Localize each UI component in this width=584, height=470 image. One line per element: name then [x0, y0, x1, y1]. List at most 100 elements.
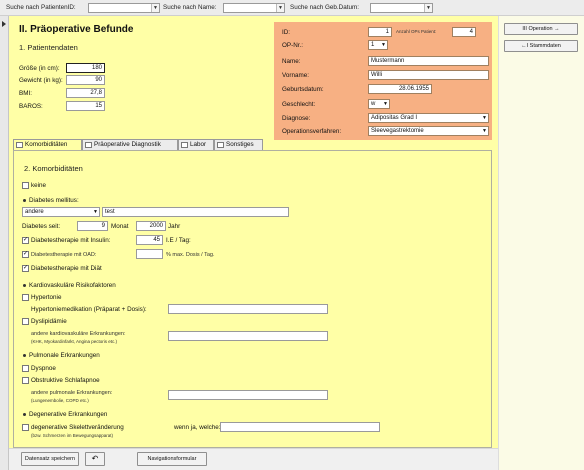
hypertonie-label: Hypertonie — [31, 294, 62, 301]
year-label: Jahr — [168, 223, 181, 230]
section-komorbiditaeten: 2. Komorbiditäten — [24, 164, 83, 173]
osa-checkbox[interactable] — [22, 377, 29, 384]
navigation-form-button[interactable]: Navigationsformular — [137, 452, 207, 466]
chevron-down-icon[interactable]: ▼ — [381, 41, 386, 49]
operation-button[interactable]: III Operation → — [504, 23, 578, 35]
osa-label: Obstruktive Schlafapnoe — [31, 377, 100, 384]
tab-sonstiges[interactable]: Sonstiges — [214, 139, 263, 150]
record-selector[interactable] — [0, 16, 9, 470]
dyspnoe-label: Dyspnoe — [31, 365, 56, 372]
search-bar: Suche nach PatientenID: ▼ Suche nach Nam… — [0, 0, 584, 16]
diagnosis-value: Adipositas Grad I — [371, 115, 418, 121]
dyslipidaemie-checkbox[interactable] — [22, 318, 29, 325]
chevron-down-icon[interactable]: ▼ — [93, 208, 98, 216]
tab-label: Sonstiges — [226, 141, 254, 148]
keine-checkbox[interactable] — [22, 182, 29, 189]
bmi-input[interactable]: 27,8 — [66, 88, 105, 98]
stammdaten-button[interactable]: ←I Stammdaten — [504, 40, 578, 52]
weight-label: Gewicht (in kg): — [19, 77, 63, 84]
chevron-down-icon[interactable]: ▼ — [383, 100, 388, 108]
sex-label: Geschlecht: — [282, 101, 316, 108]
degen-label: degenerative Skelettveränderung — [31, 424, 124, 431]
tab-praeoperative-diagnostik[interactable]: Präoperative Diagnostik — [82, 139, 178, 150]
diabetes-type-value: andere — [25, 209, 44, 215]
weight-input[interactable]: 90 — [66, 75, 105, 85]
diet-label: Diabetestherapie mit Diät — [31, 265, 102, 272]
insulin-checkbox[interactable]: ✓ — [22, 237, 29, 244]
diabetes-year-input[interactable]: 2000 — [136, 221, 166, 231]
diagnosis-label: Diagnose: — [282, 115, 311, 122]
dyslipidaemie-label: Dyslipidämie — [31, 318, 67, 325]
name-label: Name: — [282, 58, 301, 65]
wenn-ja-label: wenn ja, welche: — [174, 424, 221, 431]
insulin-unit-label: I.E / Tag: — [166, 237, 191, 244]
procedure-combo[interactable]: Sleevegastrektomie ▼ — [368, 126, 489, 136]
chevron-down-icon[interactable]: ▼ — [482, 127, 487, 135]
procedure-value: Sleevegastrektomie — [371, 128, 424, 134]
search-name-combo[interactable]: ▼ — [223, 3, 285, 13]
hypertonie-checkbox[interactable] — [22, 294, 29, 301]
opnr-combo[interactable]: 1 ▼ — [368, 40, 388, 50]
chevron-down-icon[interactable]: ▼ — [424, 4, 432, 12]
baros-input[interactable]: 15 — [66, 101, 105, 111]
diet-checkbox[interactable]: ✓ — [22, 265, 29, 272]
bullet-icon — [23, 413, 26, 416]
chevron-down-icon[interactable]: ▼ — [276, 4, 284, 12]
diagnosis-combo[interactable]: Adipositas Grad I ▼ — [368, 113, 489, 123]
diabetes-month-input[interactable]: 9 — [77, 221, 108, 231]
form-icon — [217, 142, 224, 148]
search-dob-label: Suche nach Geb.Datum: — [290, 4, 359, 11]
degen-which-input[interactable] — [220, 422, 380, 432]
oad-checkbox[interactable]: ✓ — [22, 251, 29, 258]
page-title: II. Präoperative Befunde — [19, 24, 134, 35]
degen-checkbox[interactable] — [22, 424, 29, 431]
opnr-value: 1 — [371, 42, 375, 48]
bullet-icon — [23, 199, 26, 202]
komorbiditaeten-panel — [13, 150, 492, 448]
cardio-heading: Kardiovaskuläre Risikofaktoren — [29, 282, 116, 289]
height-input[interactable]: 180 — [66, 63, 105, 73]
sex-combo[interactable]: w ▼ — [368, 99, 390, 109]
insulin-dose-input[interactable]: 45 — [136, 235, 163, 245]
dyspnoe-checkbox[interactable] — [22, 365, 29, 372]
section-patientendaten: 1. Patientendaten — [19, 43, 78, 52]
search-patient-id-combo[interactable]: ▼ — [88, 3, 160, 13]
save-record-button[interactable]: Datensatz speichern — [21, 452, 79, 466]
keine-label: keine — [31, 182, 47, 189]
hyper-med-label: Hypertoniemedikation (Präparat + Dosis): — [31, 306, 147, 313]
bullet-icon — [23, 354, 26, 357]
oad-label: Diabetestherapie mit OAD: — [31, 252, 97, 258]
hyper-med-input[interactable] — [168, 304, 328, 314]
undo-button[interactable]: ↶ — [85, 452, 105, 466]
diabetes-type-combo[interactable]: andere ▼ — [22, 207, 100, 217]
dob-field[interactable]: 28.06.1955 — [368, 84, 432, 94]
other-pulm-label: andere pulmonale Erkrankungen: — [31, 390, 113, 396]
name-field[interactable]: Mustermann — [368, 56, 489, 66]
tab-label: Labor — [190, 141, 207, 148]
insulin-label: Diabetestherapie mit Insulin: — [31, 237, 111, 244]
tab-label: Komorbiditäten — [25, 141, 68, 148]
other-pulm-input[interactable] — [168, 390, 328, 400]
right-nav-area — [498, 16, 584, 470]
other-cardio-label: andere kardiovaskuläre Erkrankungen: — [31, 331, 126, 337]
opnr-label: OP-Nr.: — [282, 42, 303, 49]
tab-labor[interactable]: Labor — [178, 139, 214, 150]
diabetes-heading: Diabetes mellitus: — [29, 197, 79, 204]
diabetes-text-input[interactable]: test — [102, 207, 289, 217]
pulm-heading: Pulmonale Erkrankungen — [29, 352, 100, 359]
search-patient-id-label: Suche nach PatientenID: — [6, 4, 76, 11]
firstname-field[interactable]: Willi — [368, 70, 489, 80]
bmi-label: BMI: — [19, 90, 32, 97]
chevron-down-icon[interactable]: ▼ — [151, 4, 159, 12]
bottom-bar — [9, 448, 498, 470]
month-label: Monat — [111, 223, 129, 230]
id-field[interactable]: 1 — [368, 27, 392, 37]
search-dob-combo[interactable]: ▼ — [370, 3, 433, 13]
bullet-icon — [23, 284, 26, 287]
chevron-down-icon[interactable]: ▼ — [482, 114, 487, 122]
ops-count-field[interactable]: 4 — [452, 27, 476, 37]
other-cardio-input[interactable] — [168, 331, 328, 341]
sex-value: w — [371, 101, 376, 107]
form-icon — [181, 142, 188, 148]
oad-dose-input[interactable] — [136, 249, 163, 259]
